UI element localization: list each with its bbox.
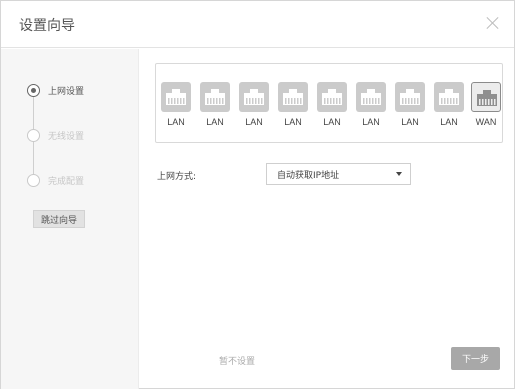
connection-type-label: 上网方式: <box>157 172 197 182</box>
wan-port: WAN <box>470 82 502 128</box>
setup-wizard-dialog: 设置向导 上网设置 无线设置 完成配置 跳过向导 LAN LAN LAN LAN… <box>0 0 515 389</box>
step-internet-settings: 上网设置 <box>27 83 84 97</box>
next-step-button[interactable]: 下一步 <box>451 347 500 370</box>
step-complete-config: 完成配置 <box>27 173 84 187</box>
lan-port-4: LAN <box>277 82 309 128</box>
port-label: WAN <box>475 117 497 127</box>
lan-port-2: LAN <box>199 82 231 128</box>
step-inactive-radio-icon <box>27 128 40 142</box>
ethernet-port-icon <box>200 82 230 112</box>
port-label: LAN <box>284 117 302 127</box>
port-label: LAN <box>206 117 224 127</box>
lan-port-6: LAN <box>355 82 387 128</box>
dialog-title: 设置向导 <box>19 18 75 34</box>
port-label: LAN <box>440 117 458 127</box>
ethernet-port-icon <box>395 82 425 112</box>
skip-wizard-button[interactable]: 跳过向导 <box>33 210 85 228</box>
lan-port-3: LAN <box>238 82 270 128</box>
ethernet-port-icon <box>434 82 464 112</box>
ethernet-port-icon <box>317 82 347 112</box>
port-label: LAN <box>167 117 185 127</box>
step-wireless-settings: 无线设置 <box>27 128 84 142</box>
lan-port-1: LAN <box>160 82 192 128</box>
close-icon[interactable] <box>484 14 502 32</box>
step-inactive-radio-icon <box>27 173 40 187</box>
ports-panel: LAN LAN LAN LAN LAN LAN LAN LAN WAN <box>155 63 503 143</box>
connection-type-value: 自动获取IP地址 <box>277 170 340 181</box>
ethernet-port-icon <box>278 82 308 112</box>
connection-type-select[interactable]: 自动获取IP地址 <box>266 163 411 185</box>
ethernet-port-icon <box>239 82 269 112</box>
lan-port-8: LAN <box>433 82 465 128</box>
lan-port-7: LAN <box>394 82 426 128</box>
step-active-radio-icon <box>27 83 40 97</box>
lan-port-5: LAN <box>316 82 348 128</box>
ethernet-port-icon <box>356 82 386 112</box>
dialog-header: 设置向导 <box>1 1 514 48</box>
ethernet-port-icon <box>161 82 191 112</box>
step-label: 完成配置 <box>48 176 85 187</box>
port-label: LAN <box>245 117 263 127</box>
port-label: LAN <box>323 117 341 127</box>
step-label: 上网设置 <box>48 86 85 97</box>
step-label: 无线设置 <box>48 131 85 142</box>
ethernet-port-icon <box>471 82 501 112</box>
skip-setup-link[interactable]: 暂不设置 <box>219 354 255 367</box>
wizard-sidebar: 上网设置 无线设置 完成配置 跳过向导 <box>1 49 139 389</box>
port-label: LAN <box>362 117 380 127</box>
caret-down-icon <box>396 172 402 176</box>
port-label: LAN <box>401 117 419 127</box>
